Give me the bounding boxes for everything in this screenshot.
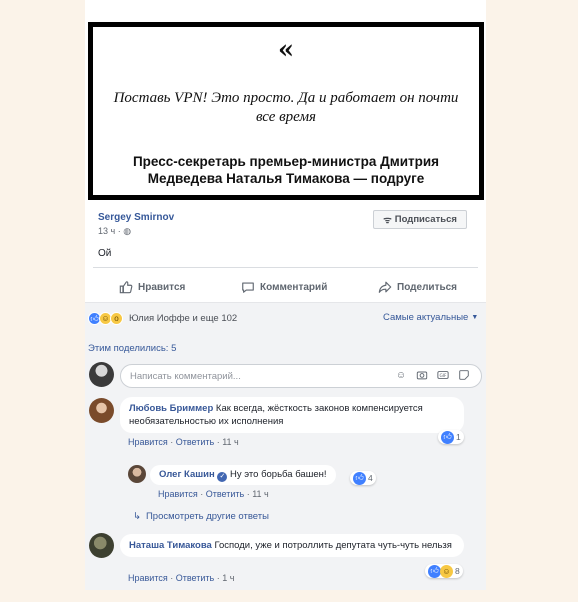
comment-reply-link[interactable]: Ответить	[176, 573, 214, 583]
reaction-count: 1	[456, 432, 461, 442]
comment-reactions[interactable]: 👍︎ 4	[350, 471, 376, 485]
speech-bubble-icon	[242, 282, 254, 293]
subscribe-button[interactable]: ᯤ Подписаться	[373, 210, 467, 229]
comment-time[interactable]: 1 ч	[222, 573, 234, 583]
wow-reaction-icon: o	[110, 312, 123, 325]
share-button[interactable]: Поделиться	[378, 278, 457, 296]
svg-text:GIF: GIF	[439, 373, 447, 379]
comment-text: Ну это борьба башен!	[230, 469, 327, 480]
share-label: Поделиться	[397, 281, 458, 293]
like-label: Нравится	[138, 281, 186, 293]
quote-image[interactable]: « Поставь VPN! Это просто. Да и работает…	[88, 22, 484, 200]
current-user-avatar	[89, 362, 114, 387]
rss-icon: ᯤ	[383, 215, 392, 226]
comment-reactions[interactable]: 👍︎ ☺ 8	[425, 564, 463, 578]
comment-bubble: Наташа Тимакова Господи, уже и потроллит…	[120, 534, 464, 557]
comment-reply-link[interactable]: Ответить	[176, 437, 214, 447]
view-more-replies-link[interactable]: ↳ Просмотреть другие ответы	[133, 511, 269, 522]
quote-mark: «	[277, 35, 295, 65]
comment-like-link[interactable]: Нравится	[158, 489, 198, 499]
like-reaction-icon: 👍︎	[353, 471, 366, 485]
comment-label: Комментарий	[260, 281, 328, 293]
comment-time[interactable]: 11 ч	[222, 437, 239, 447]
caret-down-icon: ▼	[471, 314, 479, 321]
sticker-icon[interactable]	[457, 368, 471, 382]
post-text: Ой	[98, 248, 112, 259]
subscribe-label: Подписаться	[394, 214, 457, 225]
comment-button[interactable]: Комментарий	[241, 278, 327, 296]
reactions-summary[interactable]: 👍︎ ☺ o Юлия Иоффе и еще 102	[88, 312, 237, 325]
comment-bubble: Любовь Бриммер Как всегда, жёсткость зак…	[120, 397, 464, 433]
commenter-avatar[interactable]	[128, 465, 146, 483]
like-button[interactable]: Нравится	[119, 278, 185, 296]
comment-text: Господи, уже и потроллить депутата чуть-…	[214, 540, 452, 551]
shares-link[interactable]: Этим поделились: 5	[88, 343, 176, 354]
comment-input-tools: ☺ GIF	[394, 368, 471, 382]
post-author-link[interactable]: Sergey Smirnov	[98, 212, 174, 223]
comment-author[interactable]: Наташа Тимакова	[129, 540, 212, 551]
comment-bubble: Олег Кашин ✓ Ну это борьба башен!	[150, 465, 336, 485]
comment-meta: Нравится · Ответить · 1 ч	[128, 573, 235, 583]
comment-reply-link[interactable]: Ответить	[206, 489, 244, 499]
comment-like-link[interactable]: Нравится	[128, 573, 168, 583]
comment-meta: Нравится · Ответить · 11 ч	[158, 489, 269, 499]
camera-icon[interactable]	[415, 368, 429, 382]
reactions-text: Юлия Иоффе и еще 102	[129, 313, 238, 324]
comment-author[interactable]: Олег Кашин	[159, 469, 215, 480]
emoji-icon[interactable]: ☺	[394, 368, 408, 382]
quote-text: Поставь VPN! Это просто. Да и работает о…	[113, 90, 459, 125]
quote-author: Пресс-секретарь премьер-министра Дмитрия…	[132, 154, 440, 186]
comment-reactions[interactable]: 👍︎ 1	[438, 430, 464, 444]
divider	[93, 267, 478, 268]
sort-dropdown[interactable]: Самые актуальные ▼	[383, 312, 478, 323]
commenter-avatar[interactable]	[89, 398, 114, 423]
comment-like-link[interactable]: Нравится	[128, 437, 168, 447]
post-timestamp[interactable]: 13 ч · ◍	[98, 226, 131, 237]
share-arrow-icon	[378, 281, 392, 293]
quote-panel: « Поставь VPN! Это просто. Да и работает…	[93, 27, 479, 195]
haha-reaction-icon: ☺	[440, 564, 453, 578]
reply-arrow-icon: ↳	[133, 511, 141, 522]
comment-time[interactable]: 11 ч	[252, 489, 269, 499]
post-time: 13 ч	[98, 226, 116, 236]
gif-icon[interactable]: GIF	[436, 368, 450, 382]
verified-badge-icon: ✓	[217, 472, 228, 482]
more-replies-label: Просмотреть другие ответы	[145, 511, 269, 522]
like-reaction-icon: 👍︎	[441, 430, 454, 444]
commenter-avatar[interactable]	[89, 533, 114, 558]
sort-label: Самые актуальные	[383, 312, 469, 323]
comment-author[interactable]: Любовь Бриммер	[129, 403, 213, 414]
thumbs-up-icon	[119, 281, 133, 294]
reaction-count: 4	[368, 473, 373, 483]
reaction-count: 8	[455, 566, 460, 576]
comment-meta: Нравится · Ответить · 11 ч	[128, 437, 239, 447]
globe-icon: ◍	[123, 226, 132, 236]
